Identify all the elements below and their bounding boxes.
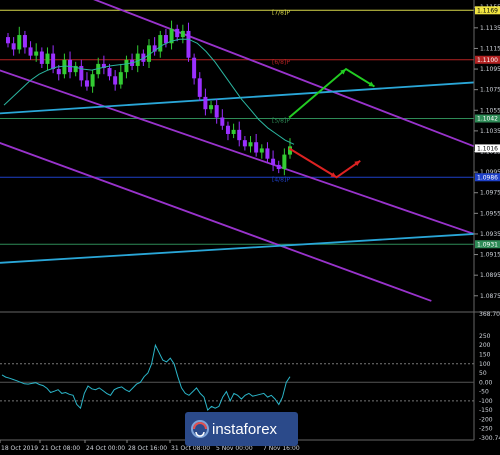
candle-body (39, 51, 44, 64)
price-label-text: 1.0931 (477, 241, 498, 248)
candle-body (209, 105, 214, 110)
candle-body (56, 69, 61, 75)
candle-body (197, 78, 202, 97)
murray-level-label: [5/8]P (272, 118, 290, 125)
cci-tick-label: 100 (479, 361, 491, 368)
candle-body (6, 37, 10, 44)
watermark-text: instaforex (212, 421, 278, 438)
candle-body (265, 148, 270, 159)
price-tick-label: 1.0975 (480, 190, 500, 197)
price-tick-label: 1.1115 (480, 45, 500, 52)
price-label-text: 1.0986 (477, 174, 498, 181)
price-tick-label: 1.1035 (480, 128, 500, 135)
murray-level-label: [6/8]P (272, 59, 290, 66)
candle-body (225, 125, 230, 134)
candle-body (271, 158, 276, 165)
candle-body (254, 142, 259, 153)
candle-body (51, 53, 56, 70)
candle-body (124, 59, 129, 73)
candle-body (22, 35, 27, 48)
candle-body (113, 76, 118, 85)
cci-tick-label: -250 (479, 426, 493, 433)
candle-body (34, 51, 39, 56)
candle-body (259, 148, 264, 153)
candle-body (28, 47, 33, 56)
time-tick-label: 7 Nov 16:00 (263, 445, 300, 452)
candle-body (242, 140, 247, 147)
price-tick-label: 1.1055 (480, 107, 500, 114)
price-tick-label: 1.1095 (480, 66, 500, 73)
price-label-text: 1.1169 (477, 7, 498, 14)
price-tick-label: 1.0875 (480, 293, 500, 300)
candle-body (163, 35, 168, 44)
price-label-text: 1.1100 (477, 57, 498, 64)
candle-body (45, 53, 50, 64)
candle-body (203, 96, 208, 110)
candle-body (17, 35, 22, 50)
cci-tick-label: 368.7008 (479, 311, 500, 318)
candle-body (220, 117, 225, 126)
candle-body (180, 30, 185, 38)
candle-body (84, 80, 89, 87)
candle-body (192, 57, 197, 79)
time-tick-label: 21 Oct 08:00 (41, 445, 80, 452)
cci-tick-label: 150 (479, 352, 491, 359)
price-tick-label: 1.1075 (480, 87, 500, 94)
chart-canvas: [7/8]P[6/8]P[5/8]P[4/8]P 1.11551.11351.1… (0, 0, 500, 452)
cci-tick-label: -100 (479, 398, 493, 405)
price-label-text: 1.1042 (477, 116, 498, 123)
chart-window: [7/8]P[6/8]P[5/8]P[4/8]P 1.11551.11351.1… (0, 0, 500, 455)
cci-tick-label: -50 (479, 389, 489, 396)
candle-body (248, 142, 253, 147)
candle-body (118, 72, 123, 85)
time-tick-label: 24 Oct 00:00 (86, 445, 125, 452)
price-label-text: 1.1016 (477, 145, 498, 152)
cci-tick-label: -200 (479, 416, 493, 423)
price-tick-label: 1.0895 (480, 272, 500, 279)
cci-tick-label: 250 (479, 333, 491, 340)
watermark: instaforex (185, 412, 298, 446)
candle-body (175, 28, 180, 38)
candle-body (90, 74, 95, 87)
price-tick-label: 1.0955 (480, 210, 500, 217)
cci-tick-label: 0.00 (479, 379, 493, 386)
cci-tick-label: -150 (479, 407, 493, 414)
cci-tick-label: 200 (479, 342, 491, 349)
candle-body (214, 105, 219, 118)
cci-tick-label: -300.741 (479, 435, 500, 442)
candle-body (158, 35, 163, 52)
price-tick-label: 1.1135 (480, 25, 500, 32)
time-tick-label: 5 Nov 00:00 (216, 445, 253, 452)
candle-body (237, 129, 242, 141)
murray-level-label: [4/8]P (272, 176, 290, 183)
candle-body (186, 30, 191, 58)
price-tick-label: 1.0915 (480, 252, 500, 259)
time-tick-label: 31 Oct 08:00 (171, 445, 210, 452)
candle-body (107, 68, 112, 77)
candle-body (11, 43, 16, 50)
candle-body (231, 129, 236, 134)
candle-body (62, 59, 67, 75)
murray-level-label: [7/8]P (272, 9, 290, 16)
candle-body (282, 154, 287, 170)
cci-tick-label: 50 (479, 370, 487, 377)
time-tick-label: 28 Oct 16:00 (128, 445, 167, 452)
time-tick-label: 18 Oct 2019 (1, 445, 38, 452)
price-tick-label: 1.0935 (480, 231, 500, 238)
candle-body (276, 164, 281, 170)
